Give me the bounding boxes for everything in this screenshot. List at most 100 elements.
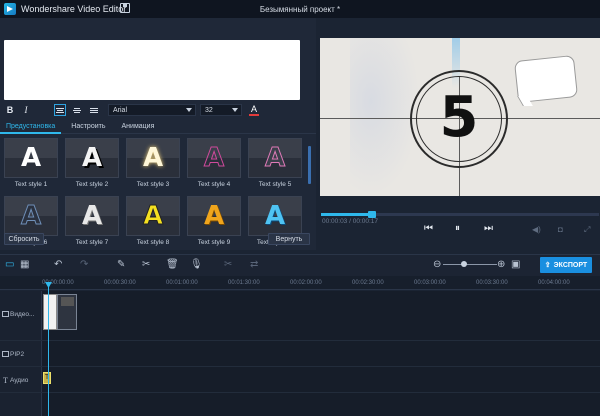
reset-button[interactable]: Сбросить: [4, 233, 44, 245]
back-button[interactable]: Вернуть: [268, 233, 310, 245]
playhead[interactable]: [48, 282, 49, 416]
timeline-view-icon[interactable]: ▭: [5, 259, 14, 270]
edit-icon[interactable]: ✎: [117, 259, 125, 270]
format-toolbar: B I Arial 32 A: [0, 102, 316, 118]
video-clip-2[interactable]: [57, 294, 77, 330]
video-preview: 5: [320, 38, 600, 196]
timeline-tracks: Видео... PIP2 T Аудио: [0, 291, 600, 416]
playback-time: 00:00:03 / 00:00:17: [322, 218, 379, 225]
export-icon: ⇪: [544, 262, 551, 269]
ruler-tick: 00:00:30:00: [104, 280, 136, 286]
text-style-7[interactable]: A Text style 7: [65, 196, 119, 248]
style-thumbnail: A: [126, 196, 180, 236]
export-label: ЭКСПОРТ: [553, 261, 588, 269]
pip-track[interactable]: PIP2: [0, 341, 600, 367]
record-voice-icon[interactable]: 🎙: [190, 259, 203, 270]
ruler-tick: 00:04:00:00: [538, 280, 570, 286]
track-label: PIP2: [10, 351, 25, 358]
text-color-button[interactable]: A: [248, 104, 260, 116]
text-caret: [8, 44, 30, 52]
track-label: Аудио: [10, 377, 29, 384]
text-style-5[interactable]: A Text style 5: [248, 138, 302, 190]
align-left-icon[interactable]: [54, 104, 66, 116]
tab-customize[interactable]: Настроить: [65, 120, 111, 134]
font-select[interactable]: Arial: [108, 104, 196, 116]
playback-progress[interactable]: [321, 211, 599, 218]
next-frame-icon[interactable]: ⏭: [484, 224, 493, 234]
timeline-toolbar: [0, 254, 600, 276]
progress-fill: [321, 213, 369, 216]
export-button[interactable]: ⇪ ЭКСПОРТ: [540, 257, 592, 273]
detach-audio-icon[interactable]: ⇄: [250, 259, 258, 270]
text-track-icon: T: [3, 376, 8, 385]
text-editor-panel: B I Arial 32 A Предустановка Настроить А…: [0, 18, 316, 250]
style-thumbnail: A: [248, 138, 302, 178]
app-logo-icon: [4, 3, 16, 15]
style-thumbnail: A: [248, 196, 302, 236]
style-grid-scrollbar[interactable]: [308, 146, 311, 184]
style-label: Text style 2: [75, 181, 109, 188]
save-icon[interactable]: [120, 3, 130, 13]
style-thumbnail: A: [187, 138, 241, 178]
track-label: Видео...: [10, 311, 35, 318]
ruler-tick: 00:02:30:00: [352, 280, 384, 286]
text-style-1[interactable]: A Text style 1: [4, 138, 58, 190]
style-label: Text style 3: [136, 181, 170, 188]
app-title: Wondershare Video Editor: [21, 4, 127, 14]
ruler-tick: 00:01:00:00: [166, 280, 198, 286]
bold-button[interactable]: B: [4, 104, 16, 116]
fullscreen-icon[interactable]: ⤢: [584, 225, 590, 235]
countdown-digit: 5: [439, 85, 479, 150]
delete-icon[interactable]: 🗑: [166, 259, 179, 270]
style-thumbnail: A: [126, 138, 180, 178]
track-header: Видео...: [0, 291, 42, 340]
undo-icon[interactable]: ↶: [54, 259, 62, 270]
cut-icon[interactable]: ✂: [142, 259, 150, 270]
style-thumbnail: A: [4, 196, 58, 236]
track-header: T Аудио: [0, 367, 42, 392]
style-label: Text style 9: [197, 239, 231, 246]
text-clip[interactable]: T: [43, 372, 51, 384]
pip-track-icon: [2, 351, 9, 357]
volume-icon[interactable]: ◀): [532, 225, 541, 235]
zoom-out-icon[interactable]: ⊖: [433, 259, 441, 270]
align-center-icon[interactable]: [71, 104, 83, 116]
style-thumbnail: A: [4, 138, 58, 178]
ruler-tick: 00:03:00:00: [414, 280, 446, 286]
text-style-grid: A Text style 1 A Text style 2 A Text sty…: [4, 138, 304, 250]
video-clip-1[interactable]: [43, 294, 57, 330]
font-size-value: 32: [205, 106, 213, 114]
style-label: Text style 7: [75, 239, 109, 246]
audio-track[interactable]: T Аудио: [0, 367, 600, 393]
zoom-slider[interactable]: [443, 264, 497, 265]
text-input-area[interactable]: [4, 40, 300, 100]
zoom-in-icon[interactable]: ⊕: [497, 259, 505, 270]
zoom-slider-handle[interactable]: [461, 261, 467, 267]
video-track[interactable]: Видео...: [0, 291, 600, 341]
snapshot-icon[interactable]: ◘: [558, 225, 563, 235]
title-bar: Wondershare Video Editor Безымянный прое…: [0, 0, 600, 18]
timeline-ruler[interactable]: 00:00:00:00 00:00:30:00 00:01:00:00 00:0…: [0, 276, 600, 290]
text-style-3[interactable]: A Text style 3: [126, 138, 180, 190]
text-style-9[interactable]: A Text style 9: [187, 196, 241, 248]
style-label: Text style 5: [258, 181, 292, 188]
progress-handle[interactable]: [368, 211, 377, 218]
style-thumbnail: A: [65, 196, 119, 236]
previous-frame-icon[interactable]: ⏮: [424, 224, 433, 234]
italic-button[interactable]: I: [20, 104, 32, 116]
video-track-icon: [2, 311, 9, 317]
empty-track-area: [0, 393, 600, 416]
align-right-icon[interactable]: [88, 104, 100, 116]
tab-animation[interactable]: Анимация: [116, 120, 161, 134]
tab-preset[interactable]: Предустановка: [0, 120, 62, 134]
text-style-2[interactable]: A Text style 2: [65, 138, 119, 190]
chevron-down-icon: [186, 108, 192, 112]
pause-icon[interactable]: ⏸: [455, 224, 460, 234]
redo-icon[interactable]: ↷: [80, 259, 88, 270]
split-icon[interactable]: ✂: [224, 259, 232, 270]
storyboard-view-icon[interactable]: ▦: [20, 259, 29, 270]
text-style-8[interactable]: A Text style 8: [126, 196, 180, 248]
font-size-select[interactable]: 32: [200, 104, 242, 116]
fit-timeline-icon[interactable]: ▣: [511, 259, 520, 270]
text-style-4[interactable]: A Text style 4: [187, 138, 241, 190]
